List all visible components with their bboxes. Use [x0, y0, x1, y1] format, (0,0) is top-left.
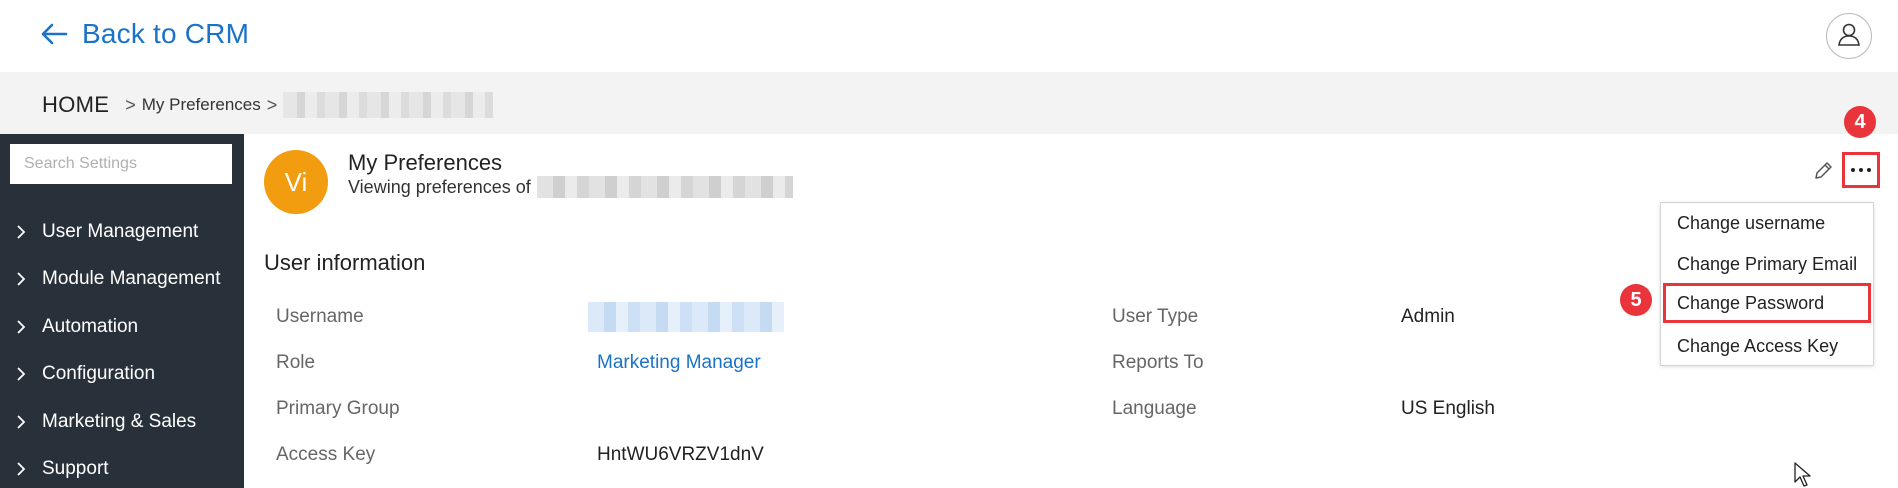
subtitle-text: Viewing preferences of — [348, 176, 531, 197]
mouse-cursor-icon — [1794, 462, 1814, 488]
sidebar-menu: User Management Module Management Automa… — [0, 208, 244, 488]
back-label: Back to CRM — [82, 18, 250, 49]
access-key-value: HntWU6VRZV1dnV — [597, 444, 764, 465]
breadcrumb-separator: > — [125, 94, 136, 115]
redacted-user-name — [283, 92, 494, 118]
language-value: US English — [1401, 398, 1495, 419]
sidebar-item-label: Marketing & Sales — [42, 410, 197, 432]
primary-group-label: Primary Group — [276, 398, 400, 419]
sidebar-item-automation[interactable]: Automation — [0, 303, 244, 351]
role-link[interactable]: Marketing Manager — [597, 352, 761, 374]
sidebar-item-marketing-sales[interactable]: Marketing & Sales — [0, 398, 244, 446]
step-4-badge: 4 — [1844, 106, 1876, 138]
more-dot — [1851, 168, 1855, 172]
chevron-right-icon — [16, 272, 30, 286]
menu-item-change-access-key[interactable]: Change Access Key — [1661, 326, 1873, 366]
chevron-right-icon — [16, 225, 30, 239]
breadcrumb-home[interactable]: HOME — [42, 92, 109, 118]
chevron-right-icon — [16, 415, 30, 429]
breadcrumb-my-preferences[interactable]: My Preferences — [142, 95, 261, 115]
redacted-user-email — [536, 176, 793, 198]
sidebar-item-module-management[interactable]: Module Management — [0, 256, 244, 304]
sidebar-item-support[interactable]: Support — [0, 446, 244, 488]
access-key-label: Access Key — [276, 444, 376, 465]
page-title: My Preferences — [348, 150, 503, 175]
role-label: Role — [276, 352, 316, 373]
chevron-right-icon — [16, 320, 30, 334]
chevron-right-icon — [16, 462, 30, 476]
username-label: Username — [276, 306, 364, 327]
sidebar-item-label: Support — [42, 458, 109, 480]
more-dot — [1867, 168, 1871, 172]
step-5-badge: 5 — [1620, 284, 1652, 316]
breadcrumb-separator: > — [266, 94, 278, 115]
menu-item-change-primary-email[interactable]: Change Primary Email — [1661, 244, 1873, 284]
sidebar-item-label: Configuration — [42, 363, 156, 385]
top-bar: Back to CRM — [0, 0, 1898, 72]
more-dot — [1859, 168, 1863, 172]
user-profile-button[interactable] — [1826, 13, 1872, 59]
more-options-button[interactable] — [1842, 152, 1880, 188]
chevron-right-icon — [16, 367, 30, 381]
sidebar-item-label: Module Management — [42, 268, 221, 290]
page-subtitle: Viewing preferences of — [348, 176, 793, 198]
user-icon — [1836, 21, 1862, 52]
sidebar-item-configuration[interactable]: Configuration — [0, 351, 244, 399]
settings-sidebar: User Management Module Management Automa… — [0, 134, 244, 488]
menu-item-change-password[interactable]: Change Password — [1663, 283, 1871, 323]
sidebar-item-user-management[interactable]: User Management — [0, 208, 244, 256]
back-to-crm-link[interactable]: Back to CRM — [40, 16, 249, 52]
reports-to-label: Reports To — [1112, 352, 1204, 373]
user-type-label: User Type — [1112, 306, 1199, 327]
breadcrumb: HOME > My Preferences > — [42, 92, 494, 118]
pencil-icon[interactable] — [1812, 160, 1834, 182]
search-settings-input[interactable] — [10, 144, 232, 184]
breadcrumb-bar: HOME > My Preferences > — [0, 72, 1898, 134]
user-type-value: Admin — [1401, 306, 1455, 327]
more-options-menu: Change username Change Primary Email Cha… — [1660, 202, 1874, 366]
language-label: Language — [1112, 398, 1197, 419]
redacted-username-value — [588, 302, 784, 332]
sidebar-item-label: User Management — [42, 220, 199, 242]
sidebar-item-label: Automation — [42, 315, 139, 337]
menu-item-change-username[interactable]: Change username — [1661, 203, 1873, 243]
section-title-user-information: User information — [264, 250, 426, 275]
avatar: Vi — [264, 150, 328, 214]
arrow-left-icon — [40, 16, 70, 52]
preferences-panel: Vi My Preferences Viewing preferences of… — [244, 106, 1898, 488]
